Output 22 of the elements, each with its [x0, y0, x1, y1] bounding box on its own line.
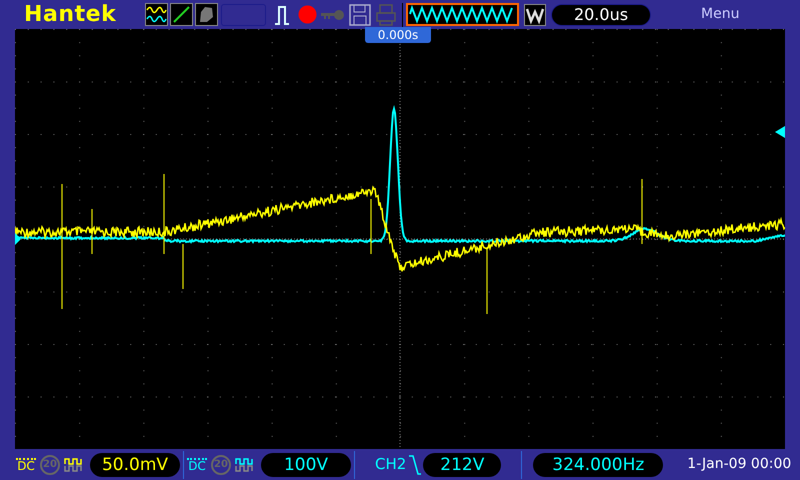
- coupling-label[interactable]: DC: [16, 458, 36, 472]
- square-wave-icon[interactable]: [64, 456, 84, 472]
- volts-per-div-readout[interactable]: 50.0mV: [90, 452, 180, 476]
- w-icon[interactable]: [524, 4, 546, 26]
- square-wave-icon[interactable]: [235, 456, 255, 472]
- coupling-label[interactable]: DC: [187, 458, 207, 472]
- channel-marker-icon[interactable]: [15, 233, 21, 245]
- persistence-icon[interactable]: [195, 3, 218, 26]
- save-icon[interactable]: [349, 4, 371, 26]
- menu-button[interactable]: Menu: [701, 4, 740, 25]
- trigger-source-label[interactable]: CH2: [375, 453, 406, 476]
- frequency-readout: 324.000Hz: [533, 452, 664, 476]
- waveform-icon[interactable]: [145, 3, 168, 26]
- date-time-label: 1-Jan-09 00:00: [687, 455, 792, 474]
- trigger-position-label: 0.000s: [365, 27, 431, 43]
- volts-per-div-readout[interactable]: 100V: [261, 452, 351, 476]
- falling-edge-icon[interactable]: [409, 454, 422, 476]
- trigger-level-readout[interactable]: 212V: [423, 452, 502, 476]
- timebase-readout[interactable]: 20.0us: [551, 4, 651, 26]
- brand-logo: Hantek: [24, 4, 118, 26]
- line-icon[interactable]: [170, 3, 193, 26]
- trigger-level-marker-icon[interactable]: [775, 126, 785, 138]
